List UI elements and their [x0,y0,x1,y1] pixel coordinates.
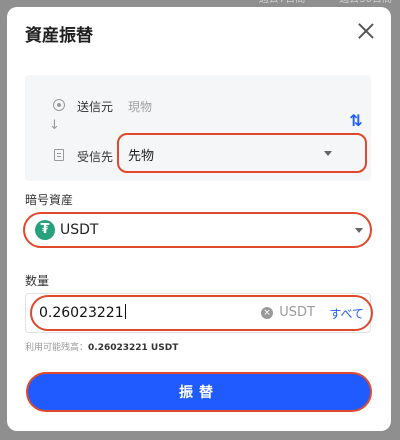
to-account-select[interactable]: 先物 [117,133,367,173]
from-label: 送信元 [77,100,114,114]
available-balance-label: 利用可能残高： [25,343,89,353]
tether-icon: ₮ [35,220,55,240]
transfer-submit-button[interactable]: 振替 [26,372,372,412]
source-circle-icon [53,99,65,111]
from-value: 現物 [128,100,153,114]
asset-value: USDT [60,222,99,238]
destination-doc-icon [54,149,64,161]
quantity-value[interactable]: 0.26023221 [39,304,126,321]
available-balance-value: 0.26023221 USDT [88,343,179,353]
clear-icon[interactable]: × [261,307,273,319]
max-all-button[interactable]: すべて [329,305,364,322]
transfer-modal: 資産振替 送信元 現物 ↓ 受信先 先物 ⇅ 暗号資産 ₮ USDT 数量 0.… [7,7,391,431]
chevron-down-icon [355,228,363,233]
swap-icon[interactable]: ⇅ [347,112,365,130]
modal-title: 資産振替 [25,26,93,46]
quantity-input[interactable]: 0.26023221 × USDT すべて [25,293,373,333]
chevron-down-icon [324,151,332,156]
to-account-value: 先物 [128,149,155,164]
transfer-direction-box: 送信元 現物 ↓ 受信先 先物 ⇅ [25,75,371,181]
asset-select[interactable]: ₮ USDT [23,212,372,248]
quantity-label: 数量 [25,274,50,288]
quantity-unit: USDT [279,305,315,320]
close-icon[interactable] [357,22,375,40]
available-balance: 利用可能残高：0.26023221 USDT [25,340,178,353]
to-label: 受信先 [77,150,114,164]
arrow-down-icon: ↓ [49,118,60,133]
asset-label: 暗号資産 [25,193,74,207]
